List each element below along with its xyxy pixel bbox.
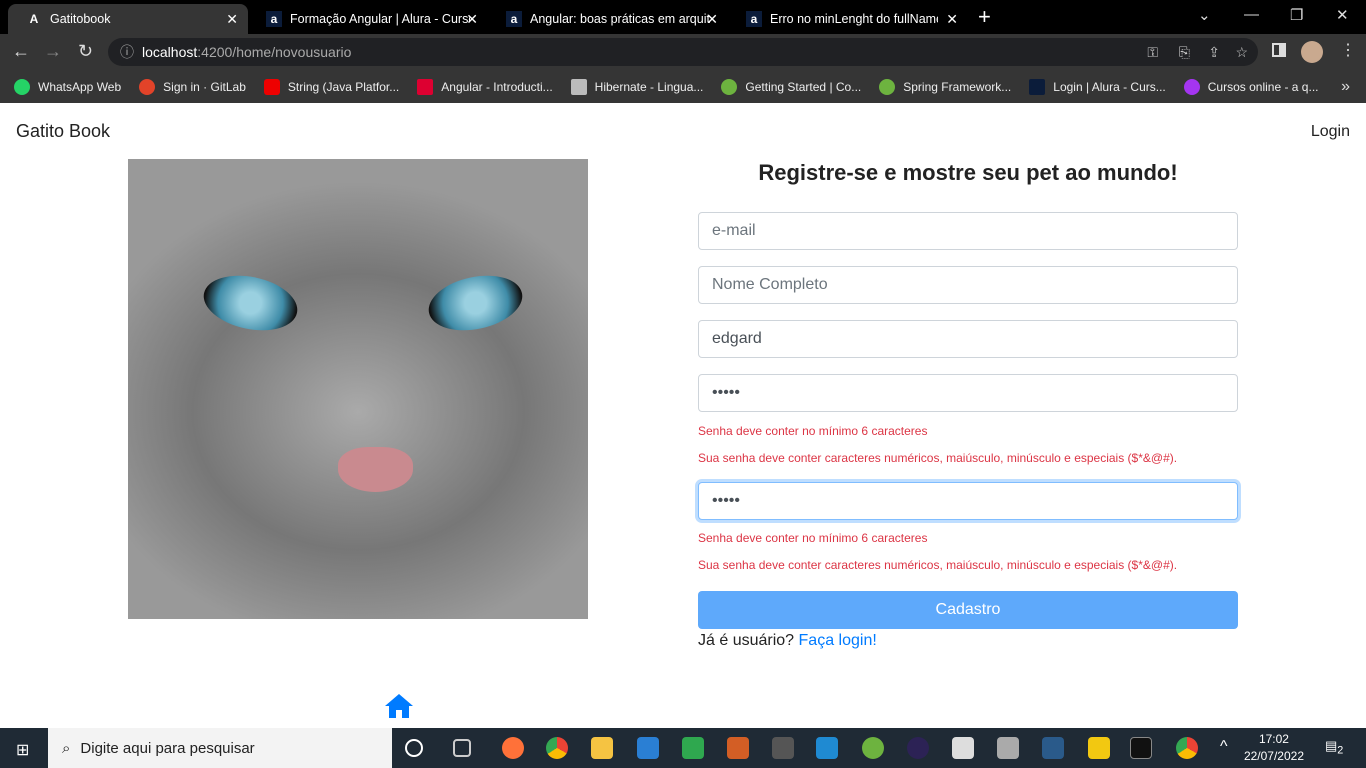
cat-nose: [338, 447, 413, 492]
share-icon[interactable]: ⇪: [1208, 44, 1220, 61]
key-icon[interactable]: ⚿: [1147, 44, 1158, 61]
spring-icon: [721, 78, 738, 95]
star-icon[interactable]: ☆: [1235, 44, 1248, 61]
tab-gatitobook[interactable]: A Gatitobook ✕: [8, 4, 248, 34]
forward-icon[interactable]: →: [44, 41, 62, 62]
menu-icon[interactable]: ⋮: [1340, 40, 1356, 60]
gitlab-icon: [139, 78, 156, 95]
bookmarks-bar: WhatsApp Web Sign in · GitLab String (Ja…: [0, 70, 1366, 103]
close-tab-icon[interactable]: ✕: [466, 11, 478, 28]
writer-icon[interactable]: [637, 737, 659, 759]
vscode-icon[interactable]: [816, 737, 838, 759]
close-tab-icon[interactable]: ✕: [946, 11, 958, 28]
alura-icon: a: [506, 11, 522, 27]
clock[interactable]: 17:02 22/07/2022: [1244, 731, 1304, 765]
mysql-workbench-icon[interactable]: [1042, 737, 1064, 759]
chrome-icon[interactable]: [546, 737, 568, 759]
whatsapp-icon: [14, 78, 30, 95]
new-tab-button[interactable]: +: [978, 4, 991, 30]
brand-link[interactable]: Gatito Book: [16, 121, 110, 142]
minimize-button[interactable]: —: [1244, 6, 1259, 23]
alura-icon: [1029, 78, 1046, 95]
bookmark[interactable]: Getting Started | Co...: [721, 78, 861, 95]
password-min-error: Senha deve conter no mínimo 6 caracteres: [698, 424, 928, 438]
oracle-icon: [263, 78, 280, 95]
search-icon: ⌕: [62, 739, 71, 757]
info-icon: ⓘ: [120, 44, 134, 60]
eclipse-icon[interactable]: [907, 737, 929, 759]
taskbar-search[interactable]: ⌕ Digite aqui para pesquisar: [48, 728, 392, 768]
windows-start-icon[interactable]: ⊞: [16, 740, 29, 760]
app-icon[interactable]: [772, 737, 794, 759]
angular-icon: [417, 78, 434, 95]
notifications-icon[interactable]: ▤2: [1325, 738, 1343, 757]
cortana-icon[interactable]: [405, 739, 423, 757]
bookmark[interactable]: Spring Framework...: [879, 78, 1011, 95]
login-link[interactable]: Faça login!: [799, 632, 877, 649]
address-bar[interactable]: ⓘ localhost:4200/home/novousuario ⚿ ⎘ ⇪ ☆: [108, 38, 1258, 66]
firefox-icon[interactable]: [502, 737, 524, 759]
cat-image: [128, 159, 588, 619]
close-tab-icon[interactable]: ✕: [226, 11, 238, 28]
close-window-button[interactable]: ✕: [1336, 6, 1349, 24]
alura-icon: a: [746, 11, 762, 27]
confirm-pattern-error: Sua senha deve conter caracteres numéric…: [698, 558, 1178, 572]
page-title: Registre-se e mostre seu pet ao mundo!: [758, 160, 1178, 185]
full-name-field[interactable]: Nome Completo: [698, 266, 1238, 304]
close-tab-icon[interactable]: ✕: [706, 11, 718, 28]
cat-eye: [423, 267, 528, 339]
bookmark[interactable]: String (Java Platfor...: [263, 78, 399, 95]
impress-icon[interactable]: [727, 737, 749, 759]
more-bookmarks-icon[interactable]: »: [1341, 78, 1350, 96]
username-field[interactable]: edgard: [698, 320, 1238, 358]
already-user-text: Já é usuário? Faça login!: [698, 632, 877, 649]
confirm-min-error: Senha deve conter no mínimo 6 caracteres: [698, 531, 928, 545]
database-icon[interactable]: [997, 737, 1019, 759]
back-icon[interactable]: ←: [12, 41, 30, 62]
home-icon[interactable]: [384, 693, 414, 724]
bookmark[interactable]: Hibernate - Lingua...: [570, 78, 703, 95]
tab-search-icon[interactable]: ⌄: [1198, 6, 1211, 24]
login-link[interactable]: Login: [1311, 123, 1350, 141]
side-panel-icon[interactable]: [1272, 43, 1286, 57]
confirm-password-field[interactable]: •••••: [698, 482, 1238, 520]
bookmark[interactable]: Sign in · GitLab: [139, 78, 246, 95]
password-pattern-error: Sua senha deve conter caracteres numéric…: [698, 451, 1178, 465]
task-view-icon[interactable]: [453, 739, 471, 757]
cadastro-button[interactable]: Cadastro: [698, 591, 1238, 629]
file-explorer-icon[interactable]: [591, 737, 613, 759]
angular-icon: A: [29, 12, 39, 26]
bookmark[interactable]: Cursos online - a q...: [1183, 78, 1318, 95]
cat-eye: [198, 267, 303, 339]
chrome-icon[interactable]: [1176, 737, 1198, 759]
udemy-icon: [1183, 78, 1200, 95]
restore-button[interactable]: ❐: [1290, 6, 1303, 24]
bookmark[interactable]: Angular - Introducti...: [417, 78, 553, 95]
spring-icon: [879, 78, 896, 95]
reload-icon[interactable]: ↻: [78, 41, 93, 62]
tab-strip: A Gatitobook ✕ a Formação Angular | Alura -…: [0, 0, 1366, 34]
app-icon[interactable]: [952, 737, 974, 759]
hibernate-icon: [570, 78, 587, 95]
bookmark[interactable]: WhatsApp Web: [14, 78, 121, 95]
tab-erro-minlenght[interactable]: aErro no minLenght do fullName | Alura✕: [728, 4, 968, 34]
email-field[interactable]: e-mail: [698, 212, 1238, 250]
power-bi-icon[interactable]: [1088, 737, 1110, 759]
translate-icon[interactable]: ⎘: [1179, 44, 1190, 61]
alura-icon: a: [266, 11, 282, 27]
calc-icon[interactable]: [682, 737, 704, 759]
password-field[interactable]: •••••: [698, 374, 1238, 412]
tab-angular-boas-praticas[interactable]: aAngular: boas práticas em arquitetura✕: [488, 4, 728, 34]
tab-formacao[interactable]: a Formação Angular | Alura - Cursos ✕: [248, 4, 488, 34]
tray-chevron-icon[interactable]: ^: [1220, 738, 1228, 756]
avatar[interactable]: [1301, 41, 1323, 63]
terminal-icon[interactable]: [1130, 737, 1152, 759]
bookmark[interactable]: Login | Alura - Curs...: [1029, 78, 1166, 95]
spring-tools-icon[interactable]: [862, 737, 884, 759]
